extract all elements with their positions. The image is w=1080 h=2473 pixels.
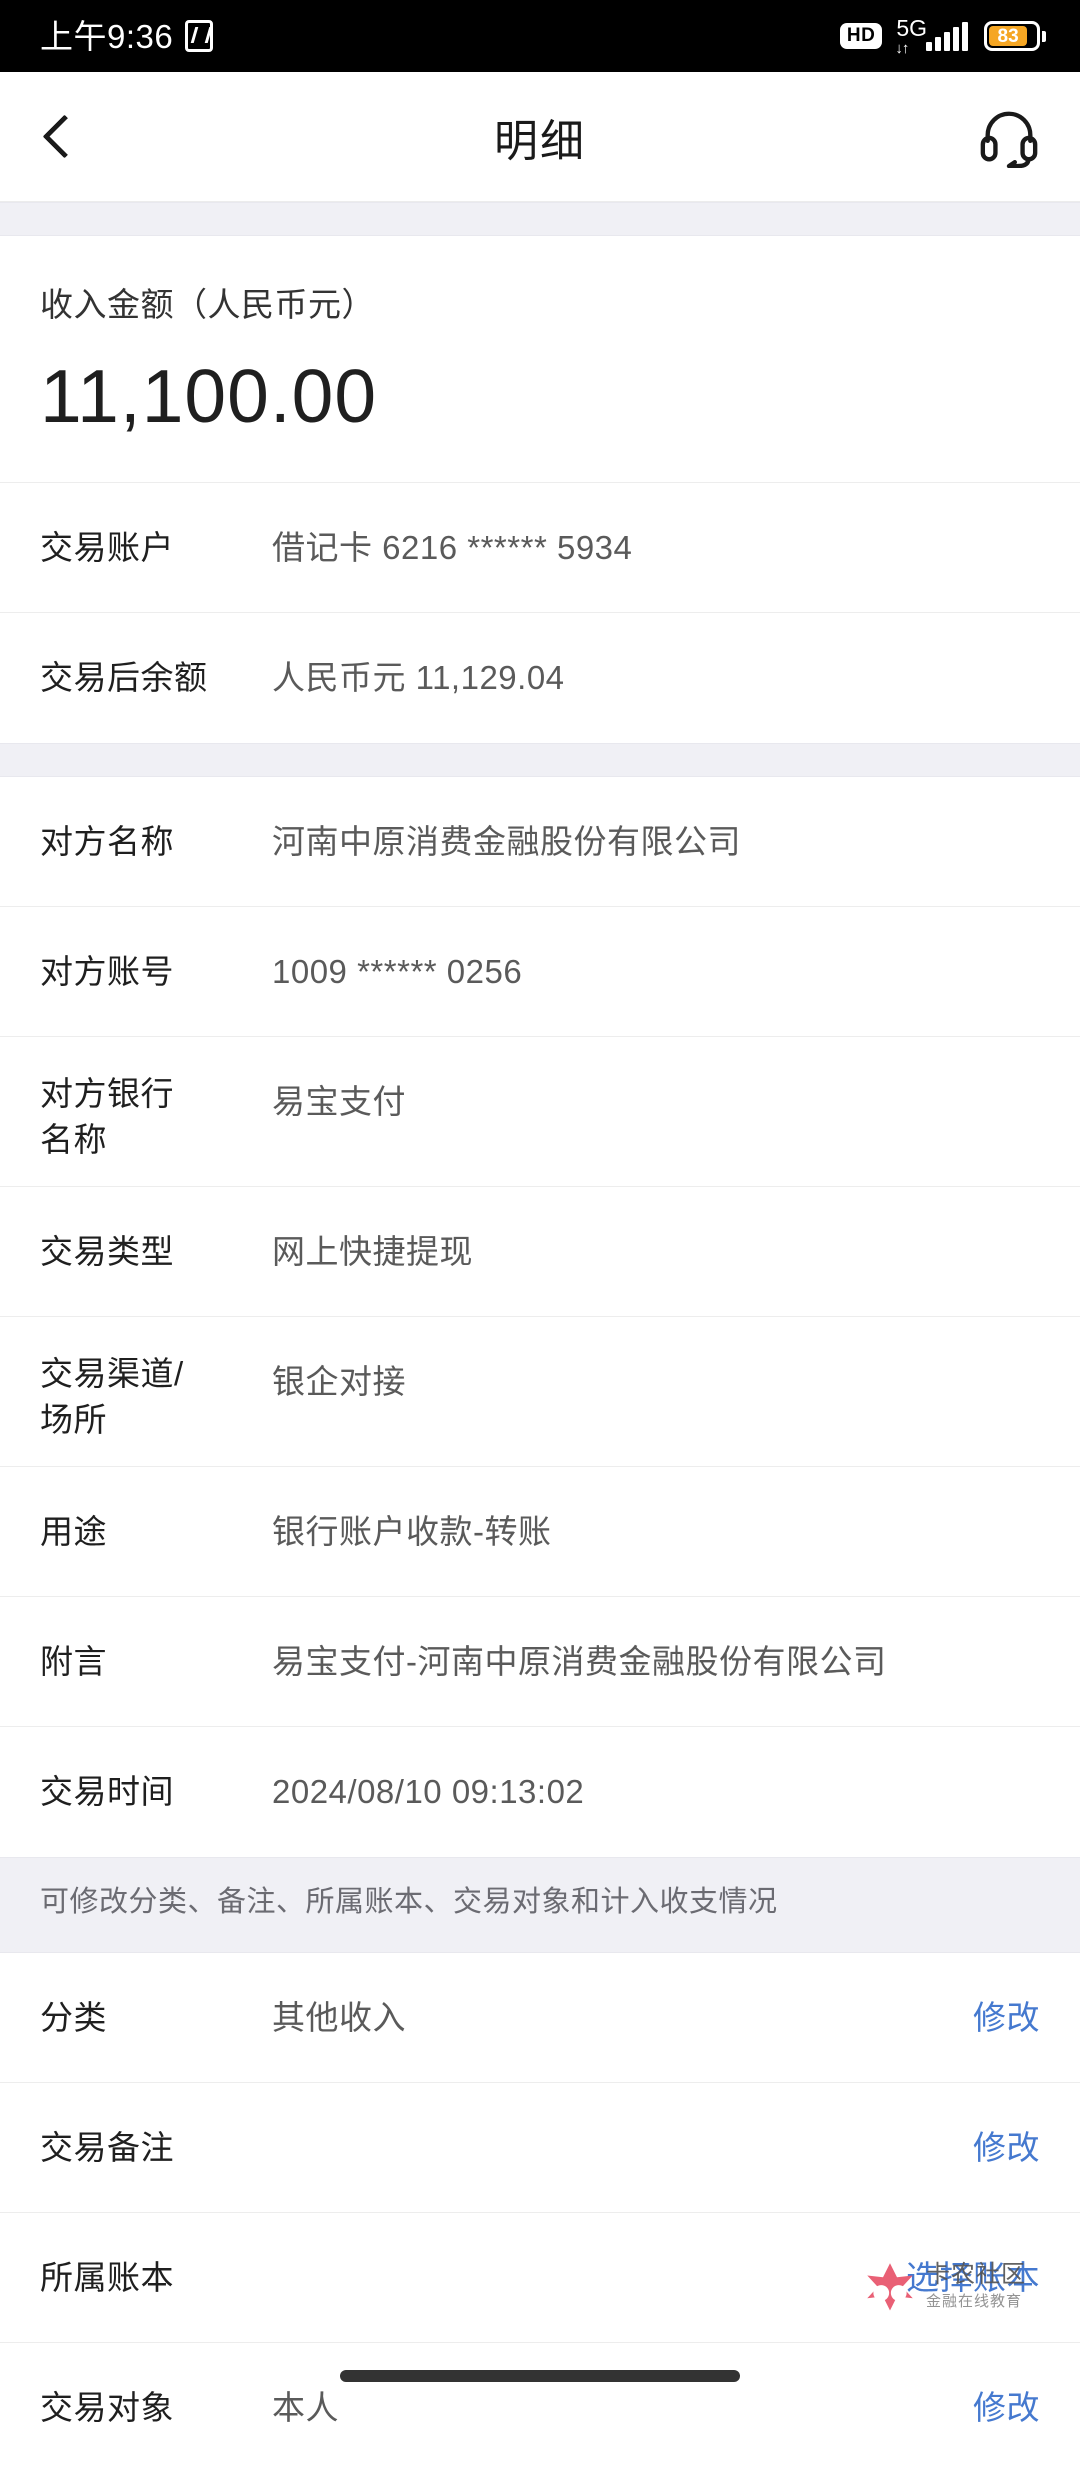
row-value: 易宝支付-河南中原消费金融股份有限公司 bbox=[272, 1643, 887, 1680]
table-row: 交易时间 2024/08/10 09:13:02 bbox=[0, 1727, 1080, 1857]
row-label: 交易渠道/ 场所 bbox=[40, 1317, 240, 1443]
row-value: 网上快捷提现 bbox=[272, 1233, 473, 1270]
row-label: 交易类型 bbox=[40, 1233, 174, 1270]
status-bar-clock: 上午9:36 bbox=[40, 17, 174, 55]
remark-row[interactable]: 交易备注 修改 bbox=[0, 2082, 1080, 2213]
table-row: 交易渠道/ 场所 银企对接 bbox=[0, 1317, 1080, 1467]
row-label: 分类 bbox=[40, 1998, 107, 2036]
row-label: 附言 bbox=[40, 1643, 107, 1680]
row-label: 交易后余额 bbox=[40, 659, 208, 696]
data-transfer-icon: ↓↑ bbox=[895, 39, 909, 57]
row-value bbox=[240, 2083, 973, 2125]
table-row: 对方账号 1009 ****** 0256 bbox=[0, 907, 1080, 1037]
row-value bbox=[240, 2213, 906, 2255]
network-type-indicator: 5G ↓↑ bbox=[895, 16, 927, 57]
battery-percent-label: 83 bbox=[989, 26, 1028, 46]
row-label: 用途 bbox=[40, 1513, 107, 1550]
row-value: 本人 bbox=[272, 2388, 339, 2426]
table-row: 交易账户 借记卡 6216 ****** 5934 bbox=[0, 483, 1080, 613]
status-bar-left: 上午9:36 bbox=[40, 17, 214, 55]
editable-hint-text: 可修改分类、备注、所属账本、交易对象和计入收支情况 bbox=[40, 1886, 778, 1918]
row-label: 所属账本 bbox=[40, 2258, 174, 2296]
status-bar-right: HD 5G ↓↑ 83 bbox=[839, 16, 1046, 57]
app-header: 明细 bbox=[0, 72, 1080, 202]
row-label: 对方名称 bbox=[40, 823, 174, 860]
amount-label: 收入金额（人民币元） bbox=[40, 286, 375, 323]
hd-icon: HD bbox=[839, 23, 883, 49]
category-row[interactable]: 分类 其他收入 修改 bbox=[0, 1952, 1080, 2083]
back-button[interactable] bbox=[0, 72, 120, 202]
amount-section: 收入金额（人民币元） 11,100.00 bbox=[0, 236, 1080, 483]
section-spacer-middle bbox=[0, 743, 1080, 777]
row-value: 其他收入 bbox=[272, 1998, 406, 2036]
row-label: 交易备注 bbox=[40, 2128, 174, 2166]
table-row: 附言 易宝支付-河南中原消费金融股份有限公司 bbox=[0, 1597, 1080, 1727]
edit-counterparty-link[interactable]: 修改 bbox=[973, 2343, 1040, 2431]
status-bar: 上午9:36 HD 5G ↓↑ 83 bbox=[0, 0, 1080, 72]
edit-remark-link[interactable]: 修改 bbox=[973, 2083, 1040, 2171]
row-value: 银企对接 bbox=[272, 1363, 406, 1400]
amount-value: 11,100.00 bbox=[40, 354, 378, 438]
select-ledger-link[interactable]: 选择账本 bbox=[906, 2213, 1040, 2301]
table-row: 对方银行 名称 易宝支付 bbox=[0, 1037, 1080, 1187]
battery-indicator: 83 bbox=[984, 21, 1046, 51]
page-title: 明细 bbox=[494, 116, 586, 166]
table-row: 用途 银行账户收款-转账 bbox=[0, 1467, 1080, 1597]
row-value: 易宝支付 bbox=[272, 1083, 406, 1120]
row-label-line-2: 名称 bbox=[40, 1121, 107, 1158]
row-value: 1009 ****** 0256 bbox=[272, 953, 523, 990]
row-value: 人民币元 11,129.04 bbox=[272, 659, 565, 696]
row-label: 对方银行 名称 bbox=[40, 1037, 240, 1163]
back-chevron-icon bbox=[42, 114, 87, 159]
row-label-line-2: 场所 bbox=[40, 1401, 107, 1438]
row-value: 2024/08/10 09:13:02 bbox=[272, 1773, 585, 1810]
transaction-section: 对方名称 河南中原消费金融股份有限公司 对方账号 1009 ****** 025… bbox=[0, 777, 1080, 1857]
editable-section: 分类 其他收入 修改 交易备注 修改 所属账本 选择账本 交易对象 本人 修改 bbox=[0, 1952, 1080, 2473]
signal-strength-icon bbox=[926, 21, 968, 51]
row-label-line-1: 交易渠道/ bbox=[40, 1355, 184, 1392]
network-type-label: 5G bbox=[896, 14, 927, 41]
row-label: 交易时间 bbox=[40, 1773, 174, 1810]
home-indicator[interactable] bbox=[340, 2370, 740, 2382]
amount-block: 收入金额（人民币元） 11,100.00 bbox=[0, 236, 1080, 483]
row-label: 交易账户 bbox=[40, 529, 174, 566]
customer-support-button[interactable] bbox=[972, 100, 1046, 174]
row-value: 河南中原消费金融股份有限公司 bbox=[272, 823, 741, 860]
battery-icon: 83 bbox=[984, 21, 1040, 51]
section-spacer-top bbox=[0, 202, 1080, 236]
row-label-line-1: 对方银行 bbox=[40, 1075, 174, 1112]
row-label: 对方账号 bbox=[40, 953, 174, 990]
nfc-icon bbox=[185, 20, 214, 52]
counterparty-row[interactable]: 交易对象 本人 修改 bbox=[0, 2342, 1080, 2473]
edit-category-link[interactable]: 修改 bbox=[973, 1953, 1040, 2041]
table-row: 交易后余额 人民币元 11,129.04 bbox=[0, 613, 1080, 743]
row-label: 交易对象 bbox=[40, 2388, 174, 2426]
headset-icon bbox=[980, 111, 1038, 168]
row-value: 借记卡 6216 ****** 5934 bbox=[272, 529, 633, 566]
table-row: 交易类型 网上快捷提现 bbox=[0, 1187, 1080, 1317]
account-section: 交易账户 借记卡 6216 ****** 5934 交易后余额 人民币元 11,… bbox=[0, 483, 1080, 743]
table-row: 对方名称 河南中原消费金融股份有限公司 bbox=[0, 777, 1080, 907]
row-value: 银行账户收款-转账 bbox=[272, 1513, 552, 1550]
editable-hint-band: 可修改分类、备注、所属账本、交易对象和计入收支情况 bbox=[0, 1857, 1080, 1953]
battery-cap bbox=[1042, 30, 1046, 42]
ledger-row[interactable]: 所属账本 选择账本 bbox=[0, 2212, 1080, 2343]
